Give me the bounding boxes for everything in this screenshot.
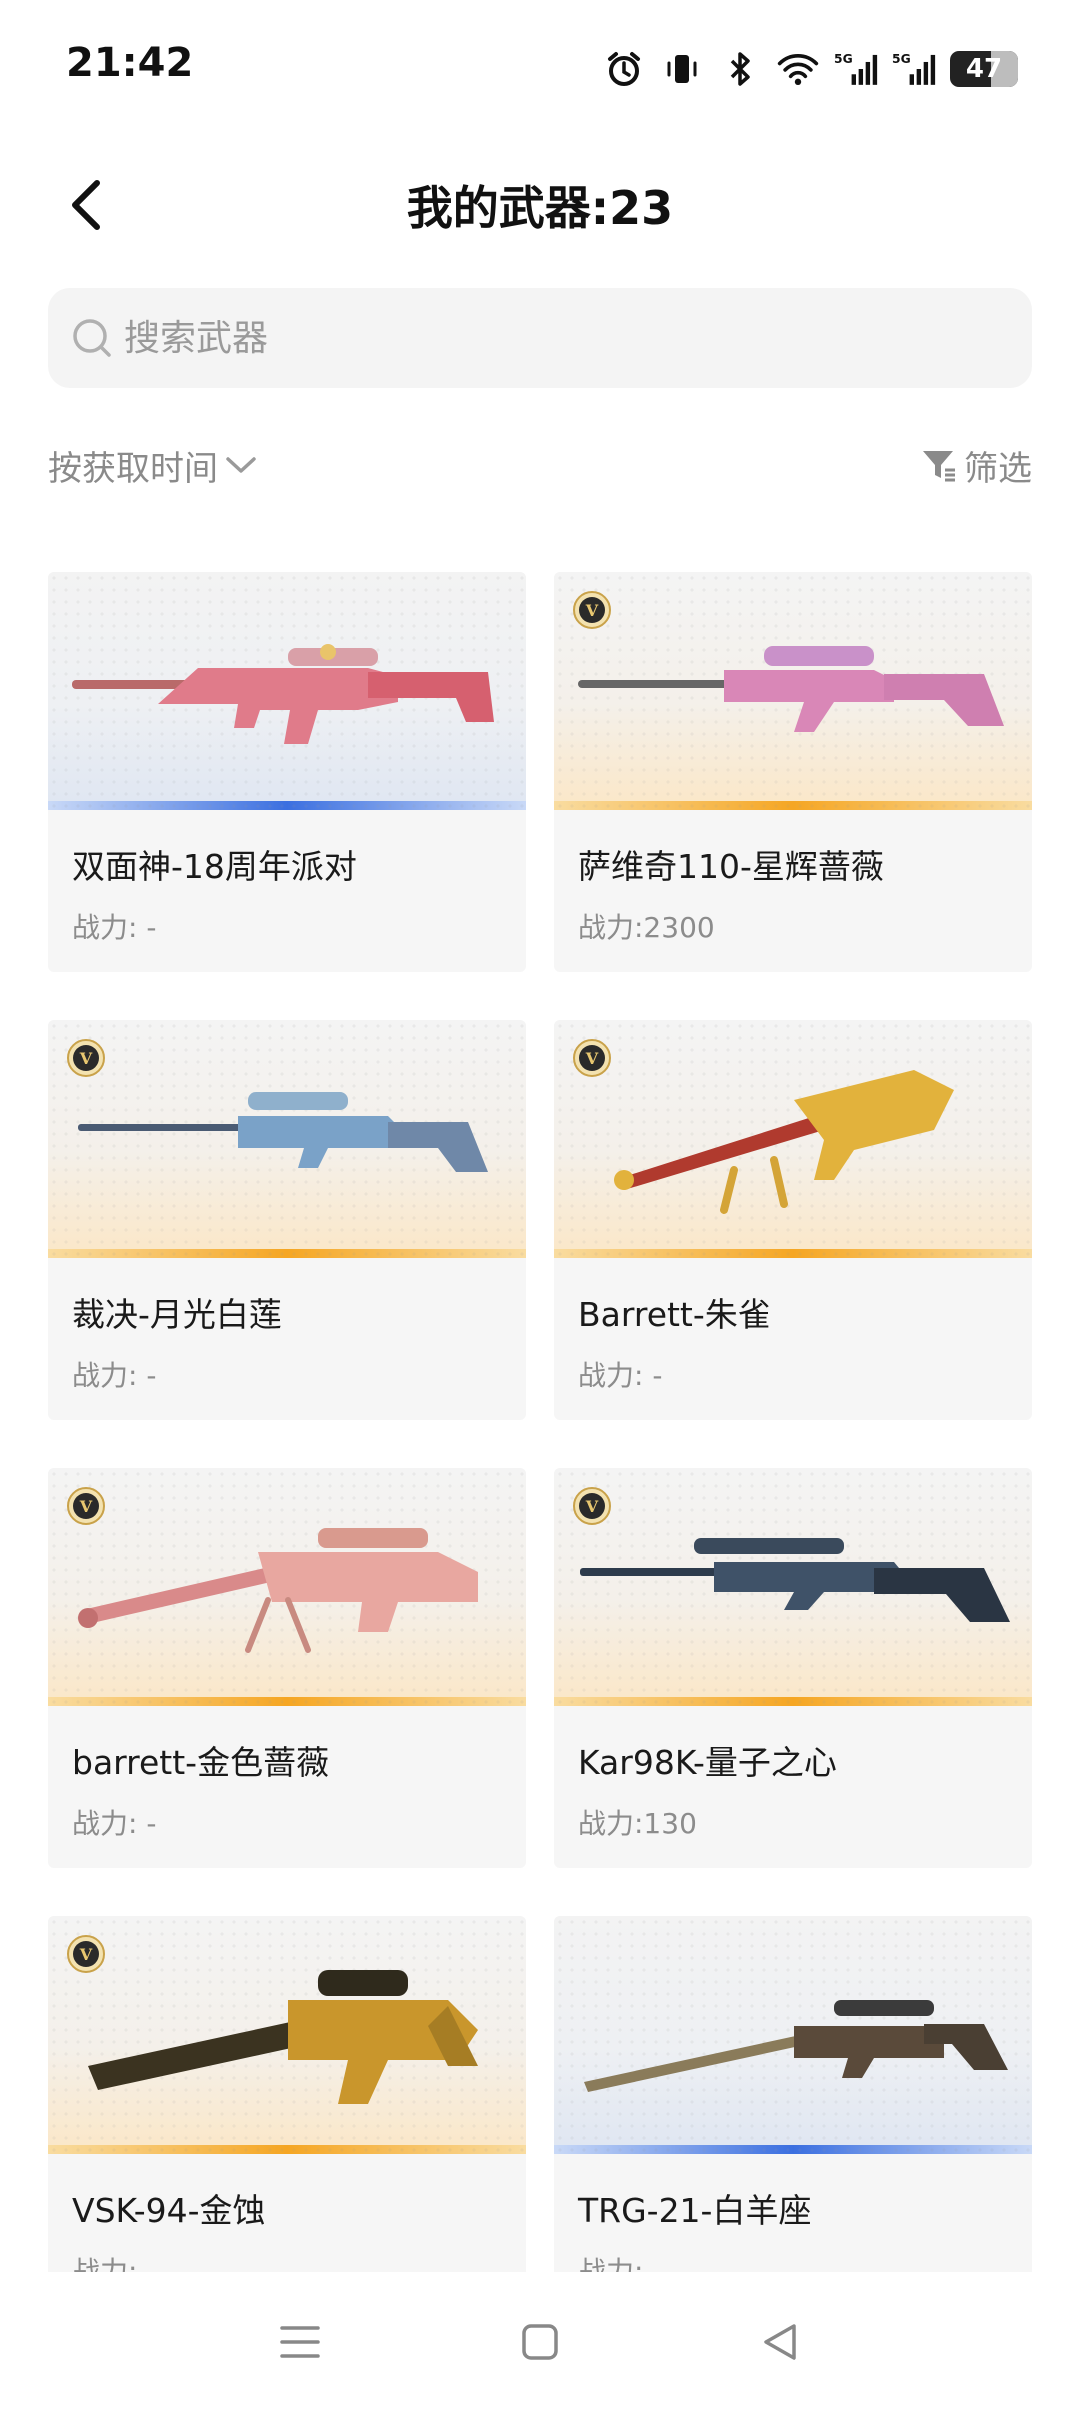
sort-filter-row: 按获取时间 筛选 (48, 430, 1032, 500)
weapon-image (554, 1916, 1032, 2154)
rarity-bar (48, 1249, 526, 1258)
weapon-power: 战力:130 (578, 1807, 697, 1840)
svg-text:V: V (79, 1049, 93, 1068)
weapon-card[interactable]: V 裁决-月光白莲 战力: - (48, 1020, 526, 1420)
weapon-image (48, 572, 526, 810)
weapon-grid: 双面神-18周年派对 战力: - V 萨维奇110-星辉蔷薇 战力:2300 V (48, 572, 1032, 2272)
weapon-power: 战力:2300 (578, 911, 715, 944)
weapon-name: Barrett-朱雀 (578, 1295, 771, 1334)
weapon-power: 战力: - (72, 1359, 157, 1392)
rarity-bar (48, 1697, 526, 1706)
battery-icon: 47 (950, 51, 1018, 87)
rarity-bar (554, 2145, 1032, 2154)
weapon-card[interactable]: V barrett-金色蔷薇 战力: - (48, 1468, 526, 1868)
system-nav-bar (0, 2272, 1080, 2412)
search-input[interactable] (124, 317, 924, 359)
sniper-rifle-icon (88, 1970, 478, 2104)
rarity-bar (48, 2145, 526, 2154)
weapon-card[interactable]: TRG-21-白羊座 战力: - (554, 1916, 1032, 2272)
weapon-name: 裁决-月光白莲 (72, 1295, 282, 1334)
sniper-rifle-icon (580, 1538, 1010, 1622)
wifi-icon (776, 47, 820, 91)
weapon-power: 战力: - (72, 911, 157, 944)
rarity-bar (554, 801, 1032, 810)
sniper-rifle-icon (78, 1528, 478, 1653)
home-button[interactable] (500, 2302, 580, 2382)
weapon-card[interactable]: 双面神-18周年派对 战力: - (48, 572, 526, 972)
alarm-icon (602, 47, 646, 91)
weapon-card[interactable]: V 萨维奇110-星辉蔷薇 战力:2300 (554, 572, 1032, 972)
weapon-image: V (48, 1468, 526, 1706)
sniper-rifle-icon (578, 646, 1004, 732)
weapon-card[interactable]: V Kar98K-量子之心 战力:130 (554, 1468, 1032, 1868)
svg-text:V: V (585, 1049, 599, 1068)
signal-5g-icon-2: 5G (892, 47, 936, 91)
weapon-name: TRG-21-白羊座 (578, 2191, 812, 2230)
weapon-name: barrett-金色蔷薇 (72, 1743, 330, 1782)
v-badge-icon: V (573, 591, 611, 629)
weapon-name: 萨维奇110-星辉蔷薇 (578, 847, 884, 886)
svg-text:V: V (585, 601, 599, 620)
sort-button[interactable]: 按获取时间 (48, 441, 258, 490)
rarity-bar (554, 1249, 1032, 1258)
svg-text:5G: 5G (892, 52, 911, 66)
square-icon (522, 2324, 558, 2360)
sniper-rifle-icon (614, 1070, 954, 1214)
search-bar[interactable] (48, 288, 1032, 388)
search-icon (73, 319, 111, 357)
svg-text:V: V (79, 1497, 93, 1516)
svg-text:5G: 5G (834, 52, 853, 66)
rarity-bar (48, 801, 526, 810)
header: 我的武器:23 (0, 150, 1080, 260)
battery-level: 47 (965, 54, 1003, 84)
v-badge-icon: V (67, 1935, 105, 1973)
filter-label: 筛选 (964, 448, 1032, 489)
weapon-name: VSK-94-金蚀 (72, 2191, 266, 2230)
v-badge-icon: V (67, 1039, 105, 1077)
filter-icon (923, 451, 955, 482)
system-back-button[interactable] (740, 2302, 820, 2382)
v-badge-icon: V (67, 1487, 105, 1525)
bluetooth-icon (718, 47, 762, 91)
sniper-rifle-icon (78, 1092, 488, 1172)
status-time: 21:42 (66, 40, 194, 86)
svg-text:V: V (79, 1945, 93, 1964)
vibrate-icon (660, 47, 704, 91)
status-bar: 21:42 5G 5G 47 (0, 0, 1080, 140)
weapon-name: Kar98K-量子之心 (578, 1743, 837, 1782)
weapon-card[interactable]: V Barrett-朱雀 战力: - (554, 1020, 1032, 1420)
status-icons: 5G 5G 47 (602, 44, 1018, 94)
weapon-image: V (48, 1916, 526, 2154)
v-badge-icon: V (573, 1039, 611, 1077)
filter-button[interactable]: 筛选 (920, 441, 1032, 490)
weapon-power: 战力: - (578, 1359, 663, 1392)
weapon-name: 双面神-18周年派对 (72, 847, 357, 886)
weapon-power: 战力: - (578, 2255, 663, 2272)
weapon-image: V (554, 572, 1032, 810)
sniper-rifle-icon (584, 2000, 1008, 2092)
triangle-back-icon (764, 2324, 796, 2360)
weapon-card[interactable]: V VSK-94-金蚀 战力: - (48, 1916, 526, 2272)
signal-5g-icon: 5G (834, 47, 878, 91)
weapon-image: V (48, 1020, 526, 1258)
weapon-power: 战力: - (72, 1807, 157, 1840)
weapon-image: V (554, 1020, 1032, 1258)
sort-label: 按获取时间 (48, 448, 218, 489)
chevron-down-icon (226, 457, 256, 473)
recent-apps-button[interactable] (260, 2302, 340, 2382)
page-title: 我的武器:23 (406, 181, 674, 235)
weapon-power: 战力: - (72, 2255, 157, 2272)
weapon-image: V (554, 1468, 1032, 1706)
rarity-bar (554, 1697, 1032, 1706)
v-badge-icon: V (573, 1487, 611, 1525)
sniper-rifle-icon (72, 644, 494, 744)
svg-text:V: V (585, 1497, 599, 1516)
menu-icon (280, 2326, 320, 2358)
